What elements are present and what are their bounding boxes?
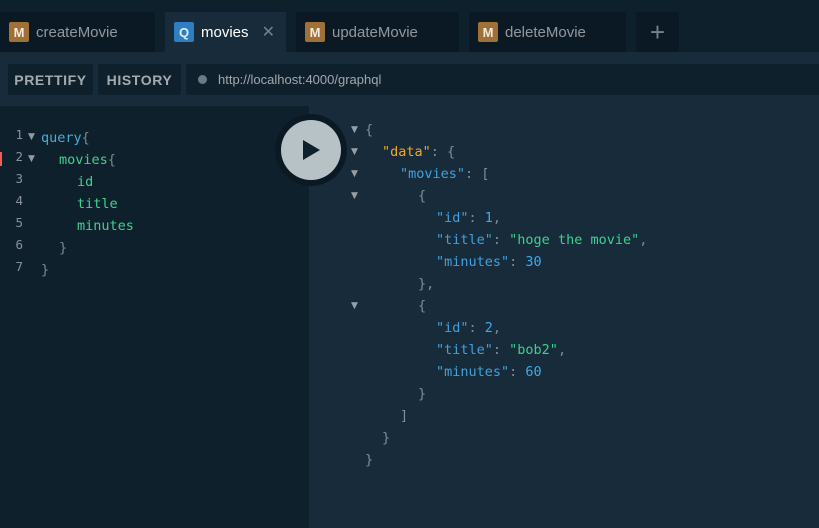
brace: } — [41, 262, 50, 278]
status-dot-icon — [198, 75, 207, 84]
execute-button-face[interactable] — [281, 120, 341, 180]
result-viewer: ▼ { ▼ "data": { ▼ "movies": [ ▼ { "id": … — [309, 106, 819, 528]
json-line: "movies": [ — [400, 166, 490, 182]
brace: { — [418, 298, 427, 314]
query-keyword: query — [41, 130, 82, 146]
line-number: 5 — [15, 215, 23, 230]
brace: }, — [418, 276, 435, 292]
minutes-value: 30 — [525, 254, 542, 270]
brace: { — [365, 122, 374, 138]
tab-movies[interactable]: Q movies ✕ — [165, 12, 286, 52]
add-tab-button[interactable]: + — [636, 12, 679, 52]
line-number: 7 — [15, 259, 23, 274]
id-value: 1 — [484, 210, 493, 226]
code-line: movies{ — [59, 149, 116, 171]
brace: } — [59, 240, 68, 256]
fold-arrow-icon[interactable]: ▼ — [351, 125, 358, 135]
line-number: 3 — [15, 171, 23, 186]
field-movies: movies — [59, 152, 108, 168]
tab-bar: M createMovie Q movies ✕ M updateMovie M… — [0, 0, 819, 52]
fold-arrow-icon[interactable]: ▼ — [351, 169, 358, 179]
fold-arrow-icon[interactable]: ▼ — [351, 147, 358, 157]
prettify-button[interactable]: PRETTIFY — [8, 64, 93, 95]
fold-arrow-icon[interactable]: ▼ — [351, 191, 358, 201]
id-value: 2 — [484, 320, 493, 336]
minutes-value: 60 — [525, 364, 542, 380]
field-minutes: minutes — [77, 218, 134, 234]
brace: { — [107, 152, 116, 168]
endpoint-url: http://localhost:4000/graphql — [218, 72, 382, 87]
query-editor[interactable]: 1 ▼ query{ 2 ▼ movies{ 3 id 4 title 5 mi… — [0, 106, 309, 528]
code-line: query{ — [41, 127, 90, 149]
field-title: title — [77, 196, 118, 212]
line-number: 1 — [15, 127, 23, 142]
json-line: "data": { — [382, 144, 456, 160]
mutation-badge: M — [305, 22, 325, 42]
toolbar: PRETTIFY HISTORY http://localhost:4000/g… — [0, 52, 819, 106]
play-icon — [303, 140, 320, 160]
tab-createMovie[interactable]: M createMovie — [0, 12, 155, 52]
fold-arrow-icon[interactable]: ▼ — [28, 132, 35, 142]
line-number: 4 — [15, 193, 23, 208]
plus-icon: + — [649, 17, 666, 47]
history-button[interactable]: HISTORY — [98, 64, 181, 95]
data-key: "data" — [382, 144, 431, 160]
tab-label: deleteMovie — [505, 23, 586, 41]
execute-query-button[interactable] — [275, 114, 347, 186]
close-icon[interactable]: ✕ — [262, 22, 275, 42]
tab-deleteMovie[interactable]: M deleteMovie — [469, 12, 626, 52]
json-line: "id": 2, — [436, 320, 502, 336]
fold-arrow-icon[interactable]: ▼ — [351, 301, 358, 311]
bracket: ] — [400, 408, 409, 424]
line-number: 6 — [15, 237, 23, 252]
fold-arrow-icon[interactable]: ▼ — [28, 154, 35, 164]
brace: } — [418, 386, 427, 402]
json-line: "title": "bob2", — [436, 342, 567, 358]
mutation-badge: M — [478, 22, 498, 42]
movies-key: "movies" — [400, 166, 466, 182]
json-line: "minutes": 60 — [436, 364, 542, 380]
brace: { — [418, 188, 427, 204]
title-value: "hoge the movie" — [509, 232, 640, 248]
mutation-badge: M — [9, 22, 29, 42]
tab-updateMovie[interactable]: M updateMovie — [296, 12, 459, 52]
field-id: id — [77, 174, 94, 190]
tab-label: movies — [201, 23, 249, 41]
title-value: "bob2" — [509, 342, 558, 358]
json-line: "minutes": 30 — [436, 254, 542, 270]
tab-label: updateMovie — [332, 23, 418, 41]
tab-label: createMovie — [36, 23, 118, 41]
json-line: "id": 1, — [436, 210, 502, 226]
brace: } — [365, 452, 374, 468]
endpoint-url-input[interactable]: http://localhost:4000/graphql — [186, 64, 819, 95]
brace: { — [81, 130, 90, 146]
query-badge: Q — [174, 22, 194, 42]
json-line: "title": "hoge the movie", — [436, 232, 648, 248]
brace: } — [382, 430, 391, 446]
line-number: 2 — [15, 149, 23, 164]
